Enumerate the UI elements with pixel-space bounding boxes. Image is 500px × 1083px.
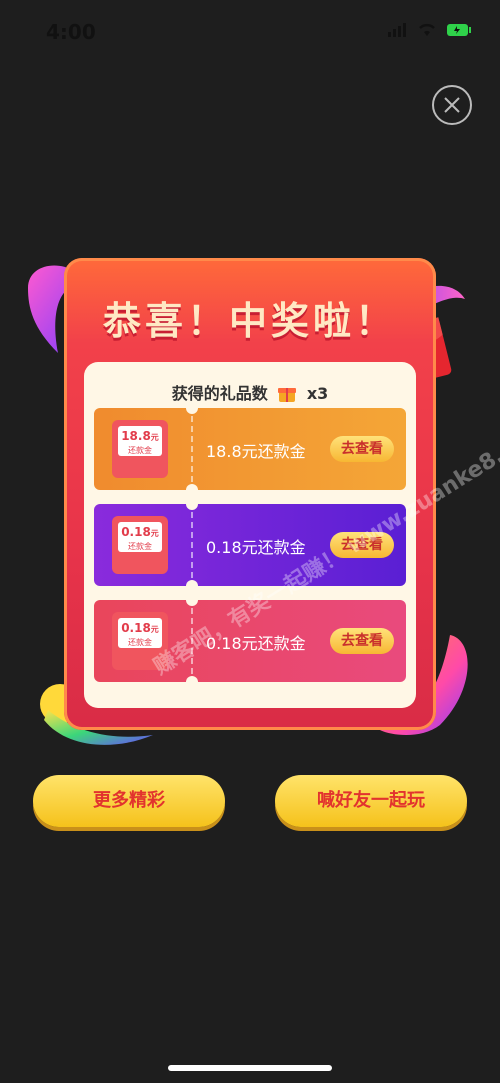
coupon-notch <box>186 594 198 606</box>
signal-icon <box>388 23 406 37</box>
coupon-divider <box>191 512 193 578</box>
prize-card: 恭喜！中奖啦！ 获得的礼品数 x3 18.8元 还款金 18.8元还款金 去查看… <box>64 258 436 730</box>
gift-count-value: x3 <box>306 384 329 403</box>
home-indicator <box>168 1065 332 1071</box>
voucher-paper: 18.8元 还款金 <box>118 426 162 456</box>
voucher-unit: 元 <box>150 625 159 634</box>
voucher-label: 还款金 <box>128 542 152 551</box>
close-button[interactable] <box>432 85 472 125</box>
coupon-notch <box>186 580 198 592</box>
gift-box-icon <box>277 383 297 407</box>
coupon-notch <box>186 498 198 510</box>
invite-friends-button[interactable]: 喊好友一起玩 <box>275 775 467 827</box>
status-icons <box>388 23 472 37</box>
coupon-text: 0.18元还款金 <box>206 538 306 557</box>
voucher-unit: 元 <box>150 529 159 538</box>
status-bar: 4:00 <box>0 0 500 60</box>
coupon-notch <box>186 484 198 496</box>
voucher-amount: 18.8 <box>121 429 151 443</box>
close-icon <box>444 97 460 113</box>
voucher-amount: 0.18 <box>121 525 151 539</box>
view-coupon-button[interactable]: 去查看 <box>330 436 394 462</box>
status-time: 4:00 <box>46 20 96 44</box>
voucher-paper: 0.18元 还款金 <box>118 618 162 648</box>
battery-icon <box>447 24 471 36</box>
voucher-label: 还款金 <box>128 638 152 647</box>
card-title: 恭喜！中奖啦！ <box>102 299 397 343</box>
voucher-label: 还款金 <box>128 446 152 455</box>
voucher-ticket-icon: 0.18元 还款金 <box>112 516 168 574</box>
voucher-ticket-icon: 18.8元 还款金 <box>112 420 168 478</box>
voucher-amount: 0.18 <box>121 621 151 635</box>
coupon-notch <box>186 402 198 414</box>
view-coupon-button[interactable]: 去查看 <box>330 628 394 654</box>
coupon-text: 18.8元还款金 <box>206 442 306 461</box>
coupon-notch <box>186 676 198 688</box>
voucher-unit: 元 <box>150 433 159 442</box>
gift-count-label: 获得的礼品数 <box>171 384 268 403</box>
voucher-paper: 0.18元 还款金 <box>118 522 162 552</box>
coupon-divider <box>191 416 193 482</box>
gift-count: 获得的礼品数 x3 <box>84 380 416 407</box>
more-highlights-button[interactable]: 更多精彩 <box>33 775 225 827</box>
coupon-item: 18.8元 还款金 18.8元还款金 去查看 <box>94 402 406 496</box>
wifi-icon <box>419 23 435 36</box>
